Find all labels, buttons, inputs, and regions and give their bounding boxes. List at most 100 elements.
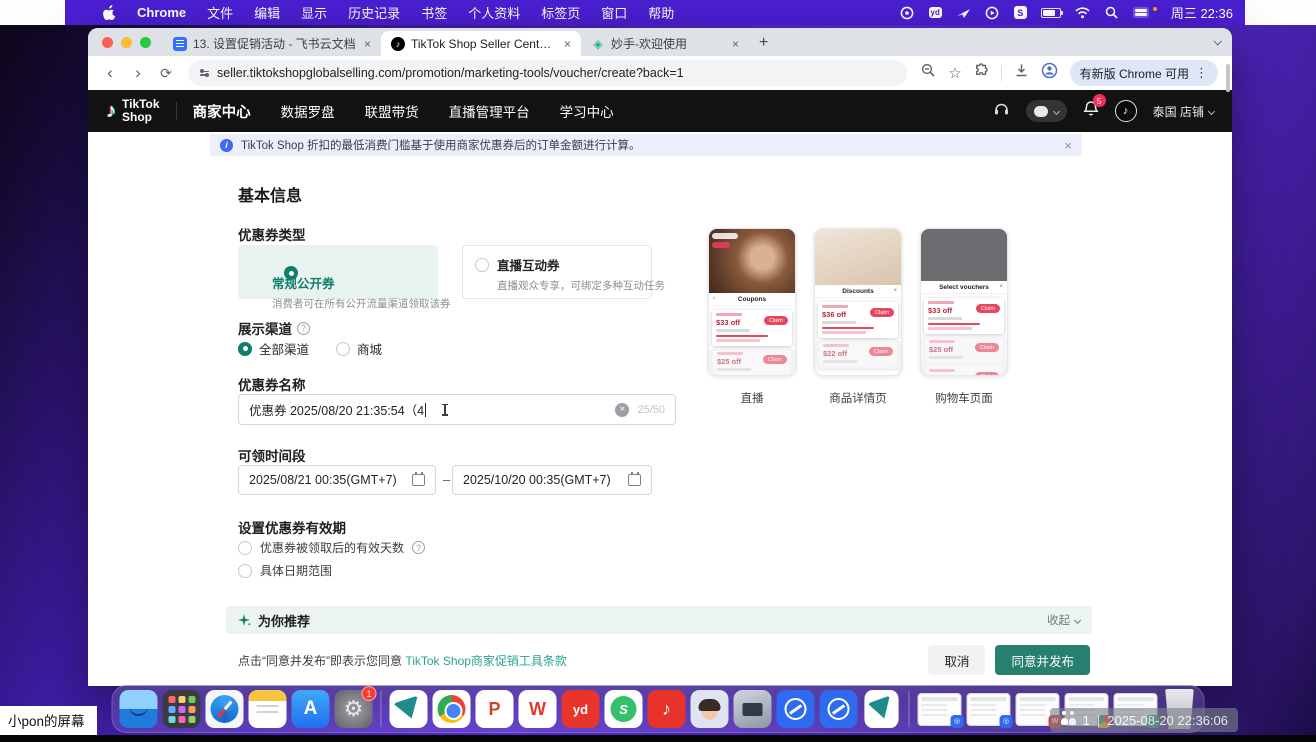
- tab-miaoshou[interactable]: ◈ 妙手-欢迎使用 ×: [581, 31, 749, 56]
- forward-button[interactable]: ›: [126, 63, 150, 83]
- nav-live-management[interactable]: 直播管理平台: [449, 101, 530, 122]
- minimized-window-2[interactable]: ◎: [967, 693, 1011, 726]
- help-icon[interactable]: ?: [412, 541, 425, 554]
- chat-messages-button[interactable]: [1026, 100, 1067, 122]
- radio-unselected-icon[interactable]: [336, 342, 350, 356]
- control-center-icon[interactable]: [1133, 7, 1149, 18]
- dock-blue-app-icon-2[interactable]: [820, 690, 858, 728]
- site-info-icon[interactable]: [200, 71, 209, 76]
- download-icon[interactable]: [1014, 63, 1029, 83]
- tab-close-icon[interactable]: ×: [730, 37, 741, 51]
- validity-option-range[interactable]: 具体日期范围: [238, 562, 332, 579]
- clear-input-icon[interactable]: ×: [615, 403, 629, 417]
- dock-netease-music-icon[interactable]: ♪: [648, 690, 686, 728]
- menubar-window[interactable]: 窗口: [601, 3, 627, 22]
- radio-unselected-icon[interactable]: [475, 258, 489, 272]
- banner-close-icon[interactable]: ×: [1064, 138, 1072, 153]
- tab-close-icon[interactable]: ×: [562, 37, 573, 51]
- end-date-input[interactable]: 2025/10/20 00:35(GMT+7): [452, 465, 652, 495]
- browser-menu-dots-icon[interactable]: ⋮: [1195, 65, 1208, 81]
- dock-notes-icon[interactable]: [249, 690, 287, 728]
- coupon-type-option-regular[interactable]: 常规公开券 消费者可在所有公开流量渠道领取该券: [238, 245, 438, 299]
- dock-settings-icon[interactable]: ⚙1: [335, 690, 373, 728]
- new-tab-button[interactable]: +: [749, 34, 778, 56]
- dock-avatar-app-icon[interactable]: [691, 690, 729, 728]
- nav-seller-home[interactable]: 商家中心: [193, 101, 251, 122]
- minimized-window-1[interactable]: ◎: [918, 693, 962, 726]
- zoom-window-button[interactable]: [140, 37, 151, 48]
- tab-feishu-doc[interactable]: 13. 设置促销活动 - 飞书云文档 ×: [163, 31, 381, 56]
- radio-selected-icon[interactable]: [238, 342, 252, 356]
- dock-chrome-icon[interactable]: [433, 690, 471, 728]
- dock-blue-bird-app-icon[interactable]: [390, 690, 428, 728]
- dock-youdao-icon[interactable]: yd: [562, 690, 600, 728]
- dock-soul-icon[interactable]: S: [605, 690, 643, 728]
- calendar-icon[interactable]: [412, 474, 425, 486]
- menubar-help[interactable]: 帮助: [648, 3, 674, 22]
- store-avatar[interactable]: ♪: [1115, 100, 1137, 122]
- nav-learning-center[interactable]: 学习中心: [560, 101, 614, 122]
- tiktok-shop-logo[interactable]: ♪ TikTokShop: [106, 98, 160, 123]
- tab-close-icon[interactable]: ×: [362, 37, 373, 51]
- shottr-status-icon[interactable]: S: [1014, 6, 1027, 19]
- extensions-icon[interactable]: [974, 63, 989, 83]
- dock-powerpoint-icon[interactable]: P: [476, 690, 514, 728]
- minimize-window-button[interactable]: [121, 37, 132, 48]
- cancel-button[interactable]: 取消: [928, 645, 985, 675]
- dock-wps-icon[interactable]: W: [519, 690, 557, 728]
- nav-data-compass[interactable]: 数据罗盘: [281, 101, 335, 122]
- start-date-input[interactable]: 2025/08/21 00:35(GMT+7): [238, 465, 436, 495]
- bird-status-icon[interactable]: [956, 5, 971, 20]
- dock-appstore-icon[interactable]: A: [292, 690, 330, 728]
- dock-blue-app-icon-1[interactable]: [777, 690, 815, 728]
- menubar-chrome[interactable]: Chrome: [137, 5, 186, 20]
- chrome-update-button[interactable]: 有新版 Chrome 可用 ⋮: [1070, 60, 1218, 86]
- loom-status-icon[interactable]: [900, 5, 915, 20]
- store-switcher[interactable]: 泰国 店铺: [1153, 103, 1214, 120]
- menubar-history[interactable]: 历史记录: [348, 3, 400, 22]
- publish-button[interactable]: 同意并发布: [995, 645, 1090, 675]
- spotlight-search-icon[interactable]: [1104, 5, 1119, 20]
- terms-link[interactable]: TikTok Shop商家促销工具条款: [405, 654, 567, 668]
- youdao-status-icon[interactable]: yd: [929, 7, 942, 18]
- menubar-edit[interactable]: 编辑: [254, 3, 280, 22]
- dock-launchpad-icon[interactable]: [163, 690, 201, 728]
- menubar-profiles[interactable]: 个人资料: [468, 3, 520, 22]
- dock-teal-app-icon[interactable]: [864, 690, 898, 728]
- zoom-out-icon[interactable]: [921, 63, 936, 83]
- apple-menu-icon[interactable]: [103, 5, 117, 20]
- help-icon[interactable]: ?: [297, 322, 310, 335]
- collapse-button[interactable]: 收起: [1047, 612, 1080, 628]
- bookmark-star-icon[interactable]: ☆: [948, 64, 961, 82]
- menubar-file[interactable]: 文件: [207, 3, 233, 22]
- dock-safari-icon[interactable]: [206, 690, 244, 728]
- channel-option-mall[interactable]: 商城: [336, 339, 382, 358]
- channel-option-all[interactable]: 全部渠道: [238, 339, 309, 358]
- recommend-bar[interactable]: 为你推荐 收起: [226, 606, 1092, 634]
- menubar-clock[interactable]: 周三 22:36: [1171, 3, 1233, 22]
- play-status-icon[interactable]: [985, 5, 1000, 20]
- coupon-type-option-live[interactable]: 直播互动券 直播观众专享，可绑定多种互动任务: [462, 245, 652, 299]
- profile-icon[interactable]: [1041, 62, 1058, 84]
- menubar-bookmarks[interactable]: 书签: [421, 3, 447, 22]
- address-bar[interactable]: seller.tiktokshopglobalselling.com/promo…: [188, 60, 907, 86]
- calendar-icon[interactable]: [628, 474, 641, 486]
- tab-tiktok-seller-center[interactable]: ♪ TikTok Shop Seller Center | C ×: [381, 31, 581, 56]
- dock-finder-icon[interactable]: [120, 690, 158, 728]
- coupon-name-input[interactable]: 优惠券 2025/08/20 21:35:54（4 × 25/50: [238, 394, 676, 425]
- validity-option-days[interactable]: 优惠券被领取后的有效天数 ?: [238, 539, 425, 556]
- radio-unselected-icon[interactable]: [238, 541, 252, 555]
- tab-overflow-chevron-icon[interactable]: [1214, 32, 1220, 50]
- headset-support-icon[interactable]: [993, 101, 1010, 122]
- back-button[interactable]: ‹: [98, 63, 122, 83]
- dock-screenshot-app-icon[interactable]: [734, 690, 772, 728]
- menubar-view[interactable]: 显示: [301, 3, 327, 22]
- scrollbar[interactable]: [1226, 64, 1230, 92]
- menubar-tabs[interactable]: 标签页: [541, 3, 580, 22]
- reload-button[interactable]: ⟳: [154, 65, 178, 82]
- radio-unselected-icon[interactable]: [238, 564, 252, 578]
- radio-selected-icon[interactable]: [284, 266, 298, 280]
- wifi-icon[interactable]: [1075, 5, 1090, 20]
- nav-affiliate[interactable]: 联盟带货: [365, 101, 419, 122]
- close-window-button[interactable]: [102, 37, 113, 48]
